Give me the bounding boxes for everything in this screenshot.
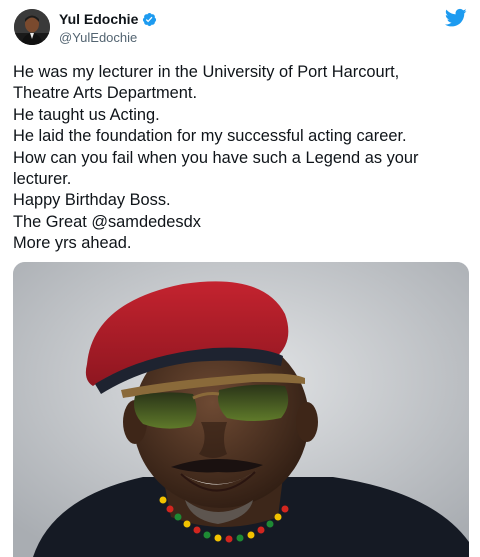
avatar-photo bbox=[14, 9, 50, 45]
tweet-line[interactable]: The Great @samdedesdx bbox=[13, 212, 469, 233]
tweet-line: lecturer. bbox=[13, 170, 72, 189]
tweet-line: He taught us Acting. bbox=[13, 105, 160, 124]
tweet-text: He was my lecturer in the University of … bbox=[13, 62, 469, 255]
tweet-line: How can you fail when you have such a Le… bbox=[13, 148, 419, 167]
author-avatar[interactable] bbox=[14, 9, 50, 45]
tweet-line: He laid the foundation for my successful… bbox=[13, 127, 407, 146]
portrait-photo bbox=[13, 262, 469, 557]
tweet-line: He was my lecturer in the University of … bbox=[13, 63, 400, 81]
tweet-line: More yrs ahead. bbox=[13, 234, 132, 253]
tweet-media-photo[interactable] bbox=[13, 262, 469, 557]
author-handle[interactable]: @YulEdochie bbox=[59, 30, 137, 45]
verified-badge-icon bbox=[142, 12, 157, 27]
tweet-card: Yul Edochie @YulEdochie He was my lectur… bbox=[0, 0, 480, 557]
author-name-row: Yul Edochie bbox=[59, 11, 157, 27]
author-display-name[interactable]: Yul Edochie bbox=[59, 11, 138, 27]
twitter-bird-icon[interactable] bbox=[444, 8, 467, 28]
tweet-line: Theatre Arts Department. bbox=[13, 84, 198, 103]
tweet-line: Happy Birthday Boss. bbox=[13, 191, 171, 210]
